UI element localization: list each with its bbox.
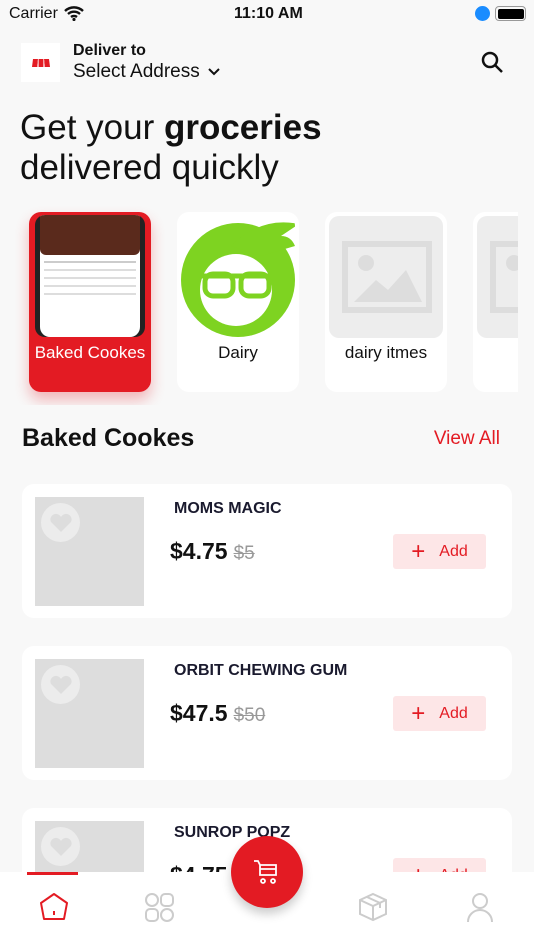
box-icon[interactable] bbox=[357, 891, 389, 923]
hero-heading: Get your groceries delivered quickly bbox=[20, 108, 322, 188]
product-name: ORBIT CHEWING GUM bbox=[174, 662, 348, 679]
awning-icon bbox=[31, 58, 50, 67]
address-selector[interactable]: Select Address bbox=[73, 61, 220, 83]
product-card[interactable]: MOMS MAGIC $4.75 $5 + Add bbox=[22, 484, 512, 618]
heart-icon[interactable] bbox=[41, 503, 80, 542]
product-image bbox=[35, 497, 144, 606]
category-label: fc bbox=[473, 343, 518, 363]
chevron-down-icon bbox=[208, 68, 220, 76]
price: $47.5 bbox=[170, 700, 228, 726]
address-text: Select Address bbox=[73, 61, 200, 82]
old-price: $5 bbox=[233, 543, 255, 564]
product-price: $47.5 $50 bbox=[170, 700, 265, 727]
cart-button[interactable] bbox=[231, 836, 303, 908]
add-button[interactable]: + Add bbox=[393, 696, 486, 731]
battery-icon bbox=[495, 6, 526, 21]
clock: 11:10 AM bbox=[234, 5, 303, 22]
image-placeholder-icon bbox=[329, 216, 443, 338]
heart-icon[interactable] bbox=[41, 665, 80, 704]
status-bar: Carrier 11:10 AM bbox=[0, 0, 534, 28]
deliver-label: Deliver to bbox=[73, 42, 146, 59]
profile-icon[interactable] bbox=[464, 891, 496, 923]
home-icon[interactable] bbox=[38, 891, 70, 923]
old-price: $50 bbox=[233, 705, 266, 726]
store-logo bbox=[21, 43, 60, 82]
wifi-icon bbox=[64, 6, 84, 21]
category-label: Dairy bbox=[218, 343, 258, 362]
category-label: Baked Cookes bbox=[34, 343, 146, 362]
category-baked-cookes[interactable]: Baked Cookes bbox=[29, 212, 151, 392]
category-image bbox=[181, 216, 295, 338]
price: $4.75 bbox=[170, 538, 228, 564]
product-name: MOMS MAGIC bbox=[174, 500, 282, 517]
hero-text: Get your bbox=[20, 108, 164, 147]
add-button[interactable]: + Add bbox=[393, 534, 486, 569]
category-image bbox=[35, 215, 145, 337]
plus-icon: + bbox=[411, 537, 426, 565]
hero-bold: groceries bbox=[163, 108, 322, 147]
category-carousel[interactable]: Baked Cookes Dairy dairy itmes fc bbox=[0, 205, 518, 405]
location-icon bbox=[475, 6, 490, 21]
categories-icon[interactable] bbox=[143, 891, 175, 923]
product-image bbox=[35, 659, 144, 768]
category-label: dairy itmes bbox=[344, 343, 428, 362]
brand-logo-icon bbox=[181, 222, 295, 337]
plus-icon: + bbox=[411, 699, 426, 727]
active-indicator bbox=[27, 872, 78, 875]
carrier: Carrier bbox=[9, 5, 58, 22]
image-placeholder-icon bbox=[477, 216, 518, 338]
view-all-link[interactable]: View All bbox=[434, 428, 500, 450]
hero-line2: delivered quickly bbox=[20, 148, 279, 187]
heart-icon[interactable] bbox=[41, 827, 80, 866]
category-fc[interactable]: fc bbox=[473, 212, 518, 392]
add-label: Add bbox=[439, 542, 468, 560]
search-icon[interactable] bbox=[480, 50, 504, 74]
category-dairy[interactable]: Dairy bbox=[177, 212, 299, 392]
section-title: Baked Cookes bbox=[22, 424, 195, 452]
cart-icon bbox=[254, 860, 277, 884]
product-price: $4.75$5 bbox=[170, 538, 255, 565]
product-card[interactable]: ORBIT CHEWING GUM $47.5 $50 + Add bbox=[22, 646, 512, 780]
category-dairy-itmes[interactable]: dairy itmes bbox=[325, 212, 447, 392]
add-label: Add bbox=[439, 704, 468, 722]
